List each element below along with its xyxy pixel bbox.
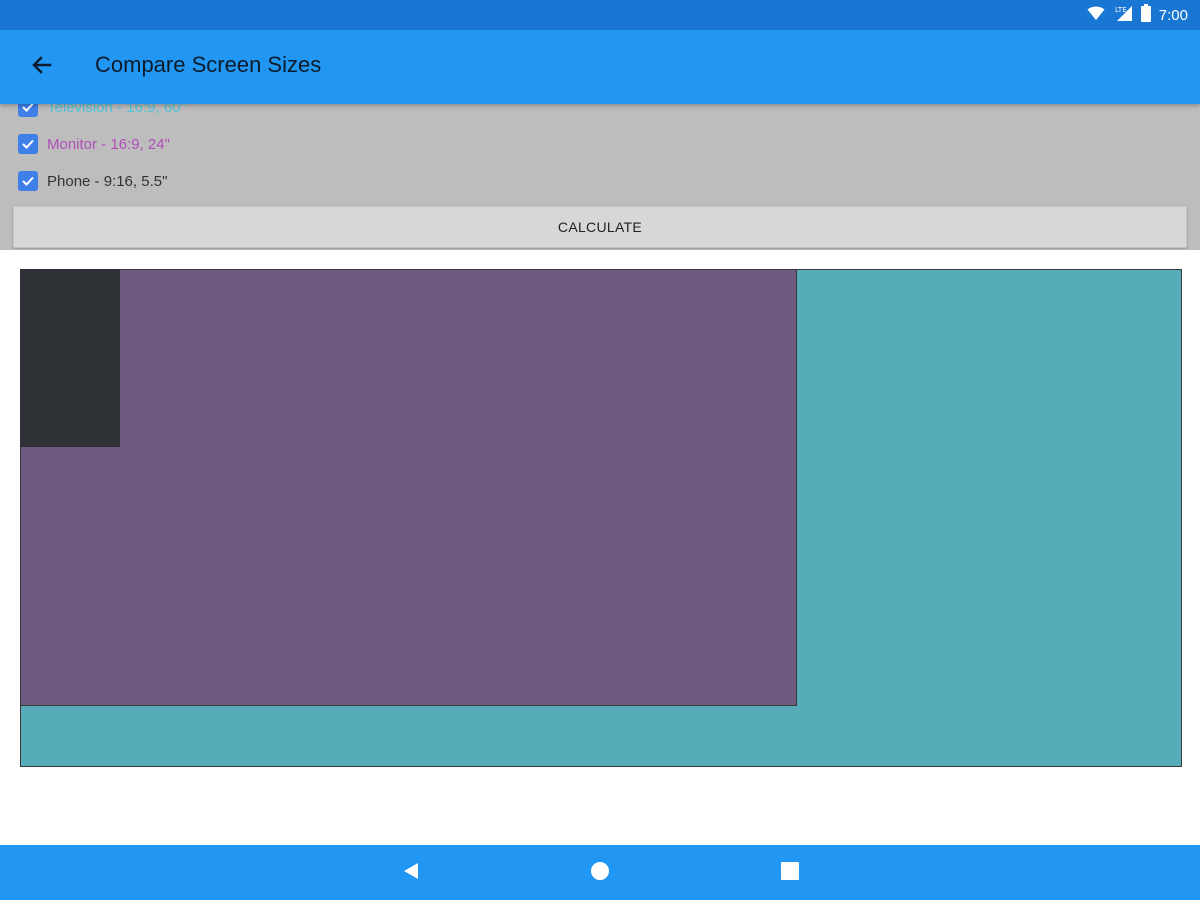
- arrow-left-icon: [31, 54, 53, 81]
- circle-home-icon: [590, 861, 610, 886]
- nav-recents-button[interactable]: [774, 857, 806, 889]
- wifi-icon: [1087, 5, 1105, 26]
- checkbox[interactable]: [18, 171, 38, 191]
- phone-screen-rect: [20, 269, 120, 447]
- checkbox[interactable]: [18, 134, 38, 154]
- square-recents-icon: [781, 861, 799, 885]
- battery-icon: [1140, 3, 1151, 27]
- option-television[interactable]: Television - 16:9, 60": [18, 104, 186, 118]
- option-phone[interactable]: Phone - 9:16, 5.5": [18, 170, 167, 192]
- option-monitor[interactable]: Monitor - 16:9, 24": [18, 133, 170, 155]
- calculate-button[interactable]: CALCULATE: [13, 206, 1187, 248]
- app-bar: Compare Screen Sizes: [0, 30, 1200, 104]
- option-label: Monitor - 16:9, 24": [47, 135, 170, 153]
- status-time: 7:00: [1158, 6, 1188, 24]
- triangle-back-icon: [402, 862, 420, 885]
- nav-back-button[interactable]: [395, 857, 427, 889]
- monitor-screen-rect: [20, 269, 797, 706]
- nav-home-button[interactable]: [584, 857, 616, 889]
- checkmark-icon: [22, 139, 34, 149]
- svg-text:LTE: LTE: [1115, 6, 1127, 14]
- navigation-bar: [0, 845, 1200, 900]
- option-label: Phone - 9:16, 5.5": [47, 172, 168, 190]
- option-label: Television - 16:9, 60": [47, 104, 186, 116]
- checkbox[interactable]: [18, 104, 38, 117]
- options-panel[interactable]: Television - 16:9, 60" Monitor - 16:9, 2…: [0, 104, 1200, 250]
- checkmark-icon: [22, 104, 34, 112]
- back-button[interactable]: [22, 47, 62, 87]
- page-title: Compare Screen Sizes: [95, 52, 322, 77]
- checkmark-icon: [22, 176, 34, 186]
- screen-comparison-canvas: [20, 269, 1182, 767]
- status-bar: LTE 7:00: [0, 0, 1200, 30]
- status-icons: LTE 7:00: [1087, 3, 1188, 27]
- cell-signal-icon: LTE: [1113, 4, 1133, 27]
